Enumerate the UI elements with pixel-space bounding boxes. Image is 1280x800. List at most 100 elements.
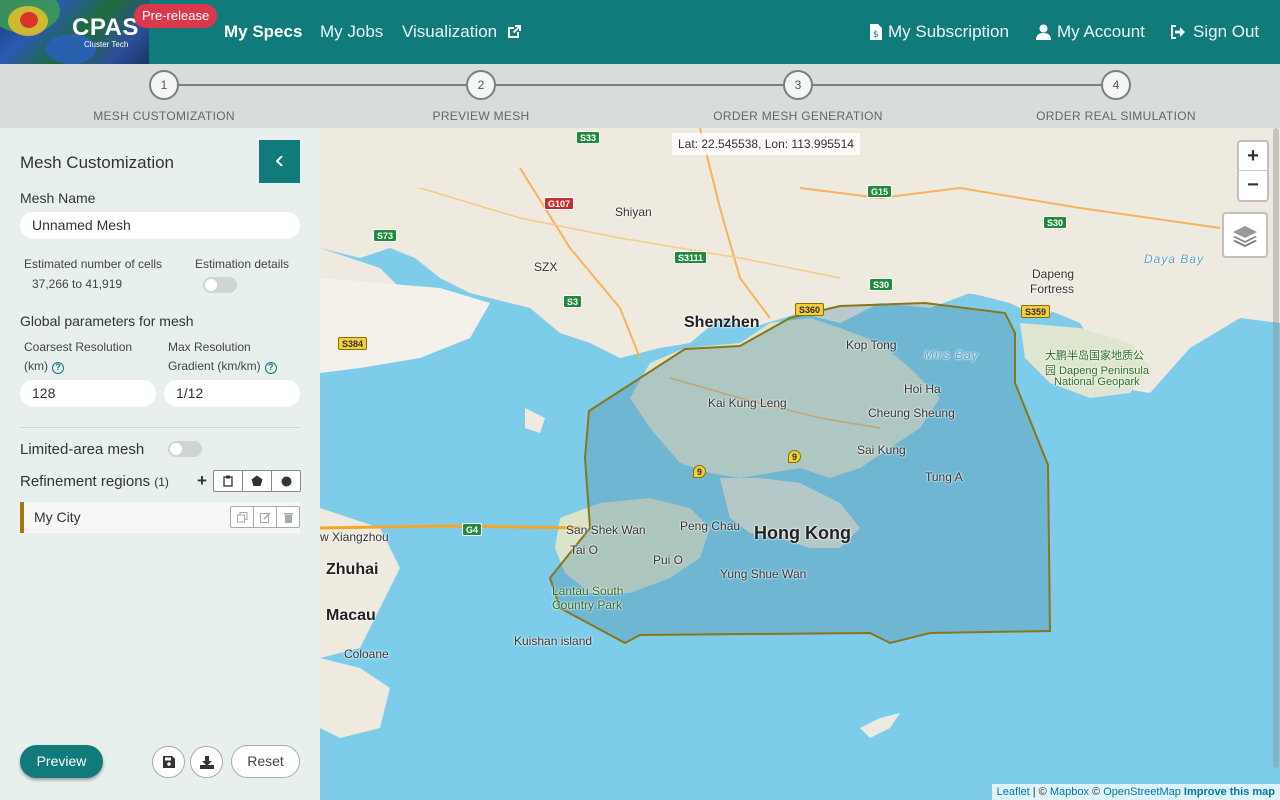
nav-sign-out[interactable]: Sign Out [1170,0,1259,64]
toggle-knob [205,279,217,291]
download-icon [199,755,214,769]
draw-circle-button[interactable] [272,471,300,491]
coarsest-resolution-input[interactable]: 128 [20,380,156,407]
step-1-circle[interactable]: 1 [149,70,179,100]
road-shield: S3 [563,295,583,308]
pre-release-badge: Pre-release [134,4,218,28]
place-label: 大鹏半岛国家地质公 [1045,350,1144,362]
layers-icon [1233,226,1257,247]
estimation-details-label: Estimation details [195,257,290,271]
mapbox-link[interactable]: Mapbox [1050,786,1089,798]
cursor-coordinates: Lat: 22.545538, Lon: 113.995514 [672,133,860,155]
coarsest-unit-wrap: (km)? [24,359,64,374]
osm-link[interactable]: OpenStreetMap [1103,786,1181,798]
help-icon[interactable]: ? [264,362,277,374]
file-dollar-icon: $ [870,24,882,40]
road-shield: S73 [373,229,398,242]
road-shield: S360 [795,303,825,316]
save-icon [162,756,175,768]
road-shield: S30 [869,278,894,291]
plus-icon[interactable]: + [197,471,207,491]
place-label: Mirs Bay [924,348,979,362]
map-scrollbar[interactable] [1272,128,1280,800]
place-label: Hoi Ha [904,382,941,396]
nav-my-account[interactable]: My Account [1036,0,1145,64]
refinement-regions-heading: Refinement regions (1) [20,473,169,490]
region-name: My City [34,509,81,525]
place-label: Macau [326,607,376,624]
trash-icon [283,512,293,523]
external-link-icon [507,25,521,38]
coarsest-unit-label: (km) [24,359,48,373]
max-resolution-input[interactable]: 1/12 [164,380,300,407]
pentagon-icon [251,475,263,486]
map-view[interactable]: Shenzhen Hong Kong Zhuhai Macau Shiyan S… [320,128,1280,800]
help-icon[interactable]: ? [52,362,64,374]
layers-control-button[interactable] [1222,212,1268,258]
step-3-circle[interactable]: 3 [783,70,813,100]
duplicate-region-button[interactable] [231,507,254,527]
scrollbar-thumb[interactable] [1273,128,1279,768]
nav-visualization[interactable]: Visualization [402,0,522,64]
region-list-item[interactable]: My City [20,502,300,533]
nav-visualization-label: Visualization [402,22,498,41]
panel-title: Mesh Customization [20,153,175,172]
estimation-details-toggle[interactable] [203,277,237,293]
limited-area-toggle[interactable] [168,441,202,457]
save-button[interactable] [152,746,185,778]
reset-button[interactable]: Reset [231,745,300,778]
place-label: SZX [534,260,558,274]
road-shield: S30 [1043,216,1068,229]
place-label: Tai O [570,543,599,557]
cpas-logo[interactable]: CPAS Cluster Tech [0,0,149,64]
max-resolution-label: Max Resolution [168,340,251,354]
leaflet-link[interactable]: Leaflet [997,786,1030,798]
place-label: Hong Kong [754,523,851,543]
chevron-left-icon [275,155,283,167]
step-3-label: ORDER MESH GENERATION [713,109,883,123]
map-basemap [320,128,1280,738]
zoom-in-button[interactable]: + [1239,142,1267,171]
place-label: Country Park [552,598,623,612]
place-label: Tung A [925,470,963,484]
road-shield: G4 [462,523,483,536]
preview-button[interactable]: Preview [20,745,103,778]
delete-region-button[interactable] [277,507,299,527]
place-label: w Xiangzhou [320,530,389,544]
road-shield: S33 [576,131,601,144]
collapse-panel-button[interactable] [259,140,300,183]
nav-my-subscription[interactable]: $ My Subscription [870,0,1009,64]
step-2-circle[interactable]: 2 [466,70,496,100]
step-1-label: MESH CUSTOMIZATION [93,109,235,123]
nav-my-jobs[interactable]: My Jobs [320,0,383,64]
road-shield: G107 [544,197,575,210]
macau-land [320,658,390,738]
estimated-cells-label: Estimated number of cells [24,257,163,271]
copy-icon [236,511,247,522]
place-label: Coloane [344,647,389,661]
logo-subtext: Cluster Tech [84,40,129,49]
improve-map-link[interactable]: Improve this map [1184,786,1275,798]
place-label: San Shek Wan [566,523,646,537]
circle-icon [281,476,291,486]
place-label: Daya Bay [1144,252,1205,266]
clipboard-icon [223,475,233,487]
nav-sign-out-label: Sign Out [1193,22,1260,41]
edit-icon [259,511,271,523]
download-button[interactable] [190,746,223,778]
place-label: Zhuhai [326,561,379,578]
zoom-out-button[interactable]: − [1239,171,1267,200]
mesh-name-input[interactable]: Unnamed Mesh [20,212,300,239]
paste-region-button[interactable] [214,471,243,491]
estimated-cells-value: 37,266 to 41,919 [32,277,123,291]
step-4-circle[interactable]: 4 [1101,70,1131,100]
place-label: Kuishan island [514,634,593,648]
edit-region-button[interactable] [254,507,277,527]
refinement-count: (1) [154,475,169,489]
nav-my-specs[interactable]: My Specs [224,0,302,64]
stepper-line [164,84,1116,86]
zoom-control: + − [1237,140,1269,202]
place-label: Shenzhen [684,314,760,331]
nav-my-subscription-label: My Subscription [888,22,1009,41]
draw-polygon-button[interactable] [243,471,272,491]
